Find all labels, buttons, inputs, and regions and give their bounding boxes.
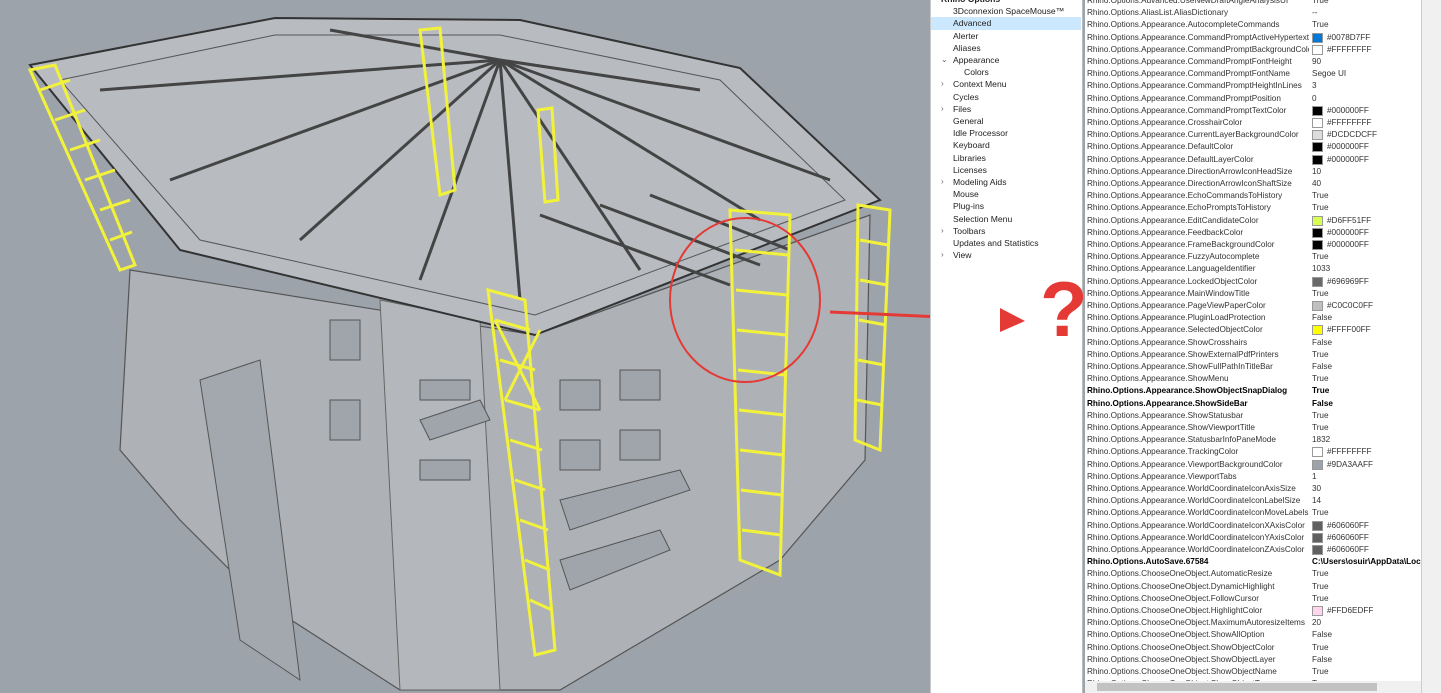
arrowhead-icon <box>1000 308 1025 332</box>
arrowhead <box>1000 308 1025 332</box>
question-mark-annotation: ? <box>1040 265 1088 353</box>
